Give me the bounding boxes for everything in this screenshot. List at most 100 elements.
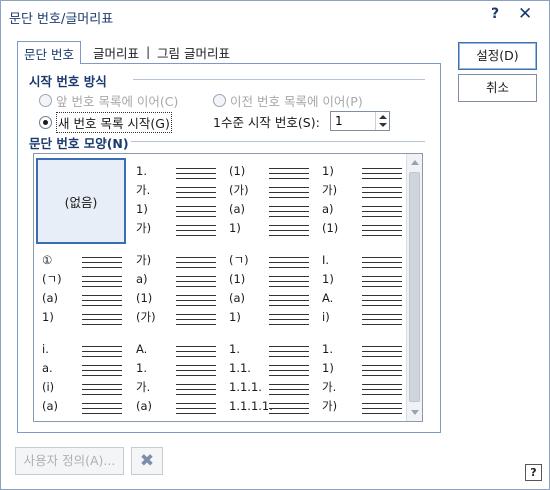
shape-row-line — [82, 257, 122, 258]
level1-start-spinner[interactable] — [330, 111, 390, 131]
ok-button[interactable]: 설정(D) — [458, 42, 537, 70]
shape-row: 가) — [322, 400, 402, 420]
shape-row-line — [362, 300, 402, 301]
shape-row-label: 1. — [322, 342, 333, 356]
shape-option[interactable]: ① (ㄱ) (a) 1) — [36, 247, 126, 333]
scroll-down-icon[interactable] — [411, 410, 419, 415]
spin-up-icon[interactable] — [379, 115, 387, 119]
radio-button[interactable] — [39, 94, 52, 107]
gallery-scrollbar[interactable] — [406, 154, 422, 421]
shape-row-label: (가) — [229, 183, 249, 197]
shape-row-line — [269, 384, 309, 385]
shape-option[interactable]: 가) a) (1) (가) — [130, 247, 220, 333]
shape-row-label: a) — [322, 202, 334, 216]
radio-continue-previous[interactable]: 앞 번호 목록에 이어(C) — [39, 91, 178, 110]
shape-row-line — [176, 314, 216, 315]
shape-row-label: 가) — [322, 183, 338, 197]
scroll-thumb[interactable] — [409, 172, 420, 402]
shape-row-line — [269, 257, 309, 258]
title-bar: 문단 번호/글머리표 ? ✕ — [1, 1, 549, 31]
radio-button[interactable] — [213, 94, 226, 107]
shape-row: 1.1.1.1. — [229, 400, 309, 420]
shape-row-line — [269, 286, 309, 287]
numbering-shape-gallery[interactable]: (없음) 1. 가. 1) 가) (1) (가) (a) 1) 1) 가) a) (1) ① (ㄱ) (a) 1… — [33, 153, 423, 422]
shape-row: i) — [322, 311, 402, 331]
shape-option[interactable]: I. 1) A. i) — [316, 247, 406, 333]
shape-option[interactable]: i. a. (i) (a) — [36, 336, 126, 421]
delete-icon[interactable]: ✖ — [131, 447, 163, 475]
shape-row: ① — [42, 254, 122, 274]
shape-row-line — [362, 173, 402, 174]
shape-option[interactable]: (1) (가) (a) 1) — [223, 158, 313, 244]
shape-row-line — [176, 267, 216, 268]
shape-row-line — [269, 370, 309, 371]
shape-row: (ㄱ) — [42, 273, 122, 293]
shape-row-label: A. — [322, 291, 334, 305]
radio-button-checked[interactable] — [39, 116, 52, 129]
shape-row-line — [176, 370, 216, 371]
shape-row-line — [176, 394, 216, 395]
tab-picture-bullet[interactable]: 그림 글머리표 — [151, 41, 236, 63]
help-icon[interactable]: ? — [491, 6, 499, 22]
shape-row-label: (a) — [42, 291, 59, 305]
shape-row-line — [176, 384, 216, 385]
radio-continue-last[interactable]: 이전 번호 목록에 이어(P) — [213, 91, 363, 110]
shape-row-line — [176, 319, 216, 320]
shape-row-line — [269, 211, 309, 212]
shape-row-label: a) — [136, 272, 148, 286]
shape-row: (i) — [42, 381, 122, 401]
shape-option[interactable]: 1. 가. 1) 가) — [130, 158, 220, 244]
shape-row-line — [362, 346, 402, 347]
shape-row: (1) — [322, 222, 402, 242]
shape-row-line — [82, 389, 122, 390]
shape-row: I. — [322, 254, 402, 274]
cancel-button[interactable]: 취소 — [458, 74, 537, 102]
user-define-button[interactable]: 사용자 정의(A)... — [15, 447, 124, 475]
shape-row-line — [269, 276, 309, 277]
shape-option[interactable]: 1. 1.1. 1.1.1. 1.1.1.1. — [223, 336, 313, 421]
radio-new-list[interactable]: 새 번호 목록 시작(G) — [39, 112, 172, 133]
shape-row-line — [176, 413, 216, 414]
tab-separator: | — [146, 44, 151, 59]
shape-row: 가) — [322, 184, 402, 204]
shape-row: a) — [322, 203, 402, 223]
shape-row-line — [176, 187, 216, 188]
shape-row-line — [269, 365, 309, 366]
shape-option[interactable]: 1. 1) 가. 가) — [316, 336, 406, 421]
shape-row: 1) — [229, 311, 309, 331]
shape-row-line — [176, 276, 216, 277]
shape-row-label: i) — [322, 310, 330, 324]
shape-row-label: 1.1. — [229, 361, 251, 375]
shape-row-line — [362, 408, 402, 409]
close-icon[interactable]: ✕ — [518, 4, 532, 24]
shape-row-line — [362, 192, 402, 193]
shape-option[interactable]: A. 1. 가. (a) — [130, 336, 220, 421]
shape-row-line — [362, 211, 402, 212]
shape-option[interactable]: 1) 가) a) (1) — [316, 158, 406, 244]
tab-bullet[interactable]: 글머리표 — [87, 41, 145, 63]
level1-start-input[interactable] — [333, 113, 371, 129]
shape-option[interactable]: (ㄱ) (1) (a) 1) — [223, 247, 313, 333]
shape-row-label: 1) — [322, 272, 334, 286]
shape-row-label: 1.1.1.1. — [229, 399, 273, 413]
shape-row-line — [176, 375, 216, 376]
shape-row-line — [82, 262, 122, 263]
shape-row: 1.1.1. — [229, 381, 309, 401]
shape-row-line — [269, 168, 309, 169]
shape-row-line — [176, 365, 216, 366]
shape-row-line — [362, 257, 402, 258]
shape-row-line — [362, 197, 402, 198]
shape-row-line — [362, 365, 402, 366]
shape-row-label: i. — [42, 342, 49, 356]
shape-none[interactable]: (없음) — [36, 158, 126, 244]
shape-row-line — [362, 314, 402, 315]
shape-row-line — [269, 197, 309, 198]
shape-row-line — [82, 375, 122, 376]
shape-row-line — [269, 351, 309, 352]
tab-paragraph-number[interactable]: 문단 번호 — [17, 41, 81, 64]
scroll-up-icon[interactable] — [411, 160, 419, 165]
shape-row-line — [176, 178, 216, 179]
shape-row: 1) — [136, 203, 216, 223]
spin-down-icon[interactable] — [379, 123, 387, 127]
help-icon[interactable]: ? — [525, 464, 542, 481]
